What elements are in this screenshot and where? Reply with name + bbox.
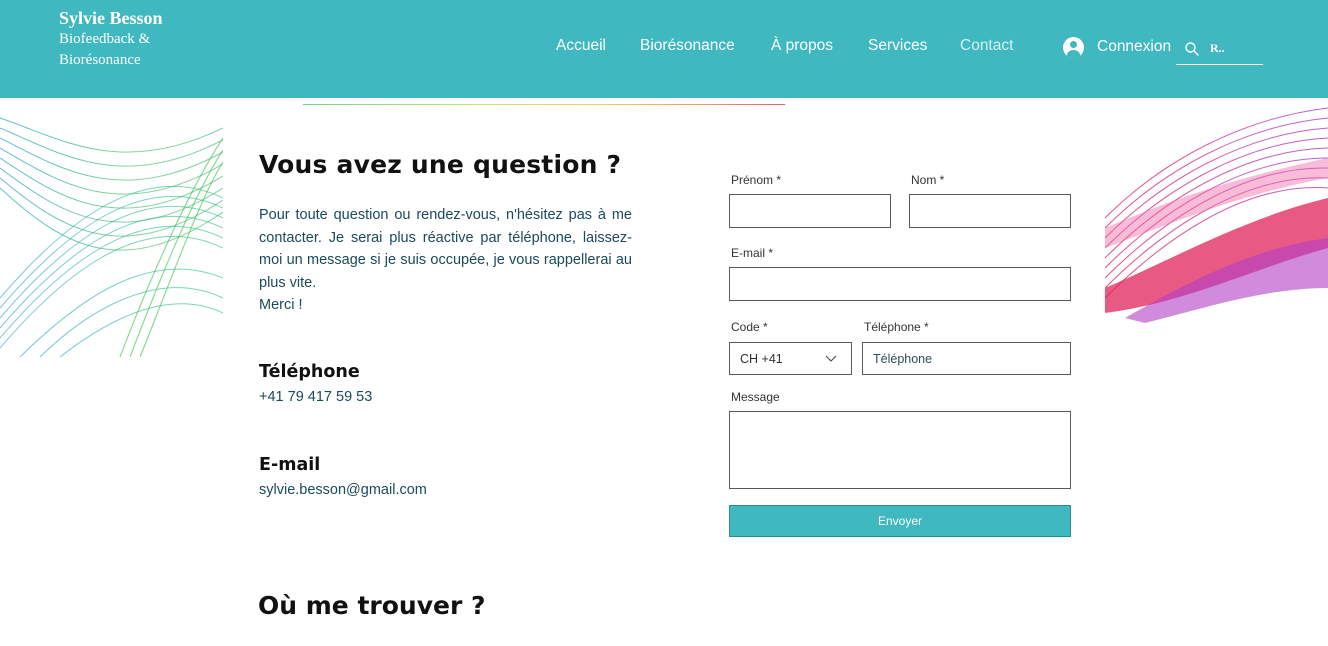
brand-name: Sylvie Besson (59, 8, 163, 28)
decorative-ribbon-top (223, 98, 785, 105)
decorative-ribbon-right (1105, 98, 1328, 357)
submit-button[interactable]: Envoyer (729, 505, 1071, 537)
email-heading: E-mail (259, 455, 321, 475)
intro-text: Pour toute question ou rendez-vous, n'hé… (259, 207, 632, 291)
country-code-select[interactable]: CH +41 (729, 342, 852, 375)
nav-item-a-propos[interactable]: À propos (771, 37, 833, 55)
first-name-field[interactable] (729, 194, 891, 228)
phone-input[interactable] (863, 343, 1070, 374)
location-title: Où me trouver ? (258, 591, 486, 620)
first-name-label: Prénom * (731, 173, 782, 187)
user-avatar-icon (1063, 36, 1084, 58)
nav-item-contact[interactable]: Contact (960, 37, 1013, 55)
site-header: Sylvie Besson Biofeedback & Biorésonance… (0, 0, 1328, 98)
brand-logo[interactable]: Sylvie Besson Biofeedback & Biorésonance (59, 7, 189, 71)
contact-intro: Pour toute question ou rendez-vous, n'hé… (259, 204, 632, 317)
last-name-input[interactable] (910, 195, 1070, 227)
code-label: Code * (731, 320, 768, 334)
decorative-ribbon-left (0, 98, 223, 357)
nav-item-bioresonance[interactable]: Biorésonance (640, 37, 735, 55)
search-icon[interactable] (1184, 41, 1200, 57)
brand-subtitle: Biofeedback & Biorésonance (59, 31, 151, 68)
search-input[interactable]: R.. (1210, 41, 1225, 56)
login-button[interactable]: Connexion (1063, 36, 1171, 58)
chevron-down-icon (825, 355, 837, 362)
country-code-value: CH +41 (740, 351, 783, 366)
phone-value[interactable]: +41 79 417 59 53 (259, 389, 372, 405)
message-label: Message (731, 390, 780, 404)
intro-thanks: Merci ! (259, 297, 303, 313)
last-name-field[interactable] (909, 194, 1071, 228)
phone-label: Téléphone * (864, 320, 929, 334)
last-name-label: Nom * (911, 173, 945, 187)
message-textarea[interactable] (729, 411, 1071, 489)
nav-item-services[interactable]: Services (868, 37, 927, 55)
email-field[interactable] (729, 267, 1071, 301)
login-label: Connexion (1097, 38, 1172, 55)
search-box[interactable]: R.. (1176, 33, 1263, 65)
phone-field[interactable] (862, 342, 1071, 375)
phone-heading: Téléphone (259, 362, 360, 382)
nav-item-accueil[interactable]: Accueil (556, 37, 606, 55)
contact-title: Vous avez une question ? (259, 150, 622, 179)
email-value[interactable]: sylvie.besson@gmail.com (259, 482, 427, 498)
email-label: E-mail * (731, 246, 774, 260)
first-name-input[interactable] (730, 195, 890, 227)
email-input[interactable] (730, 268, 1070, 300)
